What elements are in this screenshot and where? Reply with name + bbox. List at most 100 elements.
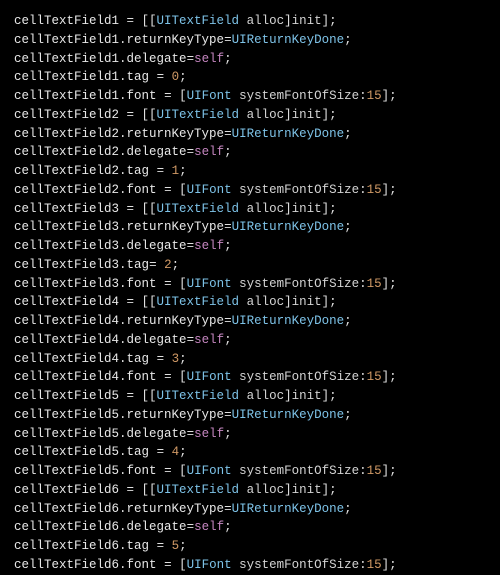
code-token: = [224,314,232,328]
code-token: init [292,389,322,403]
code-token: init [292,202,322,216]
code-token: ; [179,70,187,84]
code-token: 5 [172,539,180,553]
code-token: self [194,520,224,534]
code-token: = [187,427,195,441]
code-token: = [149,258,164,272]
code-token: . [119,314,127,328]
code-token: cellTextField4 [14,314,119,328]
code-line: cellTextField3.font = [UIFont systemFont… [14,275,486,294]
code-line: cellTextField2 = [[UITextField alloc]ini… [14,106,486,125]
code-token: . [119,333,127,347]
code-token: alloc [247,14,285,28]
code-token: cellTextField1 [14,14,119,28]
code-token: returnKeyType [127,33,225,47]
code-line: cellTextField5 = [[UITextField alloc]ini… [14,387,486,406]
code-token: . [119,164,127,178]
code-token: ; [179,445,187,459]
code-token: alloc [247,389,285,403]
code-token: cellTextField5 [14,464,119,478]
code-token: returnKeyType [127,314,225,328]
code-token: = [ [157,370,187,384]
code-token: . [119,145,127,159]
code-token: UITextField [157,389,240,403]
code-token: returnKeyType [127,502,225,516]
code-token: ; [224,427,232,441]
code-line: cellTextField3.delegate=self; [14,237,486,256]
code-line: cellTextField4.returnKeyType=UIReturnKey… [14,312,486,331]
code-token: ]; [322,295,337,309]
code-token: 15 [367,558,382,572]
code-token: ; [344,220,352,234]
code-token: . [119,52,127,66]
code-token: ; [224,145,232,159]
code-token: cellTextField5 [14,389,119,403]
code-token: systemFontOfSize [239,558,359,572]
code-token: = [187,333,195,347]
code-token: UIFont [187,370,232,384]
code-token: delegate [127,52,187,66]
code-token: UIReturnKeyDone [232,314,345,328]
code-token: font [127,89,157,103]
code-token: UIReturnKeyDone [232,408,345,422]
code-token [232,277,240,291]
code-token: . [119,89,127,103]
code-line: cellTextField5.font = [UIFont systemFont… [14,462,486,481]
code-line: cellTextField6 = [[UITextField alloc]ini… [14,481,486,500]
code-token: cellTextField3 [14,202,119,216]
code-token: = [149,445,172,459]
code-line: cellTextField1.returnKeyType=UIReturnKey… [14,31,486,50]
code-token: self [194,239,224,253]
code-token: = [ [157,464,187,478]
code-line: cellTextField3 = [[UITextField alloc]ini… [14,200,486,219]
code-token [232,464,240,478]
code-token: cellTextField4 [14,370,119,384]
code-token: ; [344,127,352,141]
code-line: cellTextField2.returnKeyType=UIReturnKey… [14,125,486,144]
code-token: tag [127,70,150,84]
code-token: 1 [172,164,180,178]
code-token: ]; [382,464,397,478]
code-token: 15 [367,277,382,291]
code-token: ; [224,52,232,66]
code-token: cellTextField1 [14,33,119,47]
code-token: UIFont [187,183,232,197]
code-token: = [224,220,232,234]
code-token: UITextField [157,295,240,309]
code-token: . [119,464,127,478]
code-token: : [359,89,367,103]
code-token: cellTextField4 [14,333,119,347]
code-token: systemFontOfSize [239,277,359,291]
code-token: = [224,33,232,47]
code-token: . [119,539,127,553]
code-token: cellTextField2 [14,183,119,197]
code-token: returnKeyType [127,127,225,141]
code-line: cellTextField5.returnKeyType=UIReturnKey… [14,406,486,425]
code-token: init [292,108,322,122]
code-token: = [[ [119,14,157,28]
code-token: ]; [322,202,337,216]
code-token: cellTextField2 [14,164,119,178]
code-token: ]; [382,89,397,103]
code-token: = [187,520,195,534]
code-token: . [119,370,127,384]
code-token: . [119,502,127,516]
code-token: tag [127,164,150,178]
code-token: 15 [367,370,382,384]
code-token: UITextField [157,202,240,216]
code-token: . [119,445,127,459]
code-token: = [ [157,183,187,197]
code-line: cellTextField6.returnKeyType=UIReturnKey… [14,500,486,519]
code-token: self [194,145,224,159]
code-token: systemFontOfSize [239,370,359,384]
code-token: ; [344,408,352,422]
code-token: font [127,183,157,197]
code-token: tag [127,539,150,553]
code-token: 15 [367,89,382,103]
code-token: = [187,239,195,253]
code-token: ; [179,539,187,553]
code-line: cellTextField4.delegate=self; [14,331,486,350]
code-token: ; [179,352,187,366]
code-token: ] [284,108,292,122]
code-token: ] [284,14,292,28]
